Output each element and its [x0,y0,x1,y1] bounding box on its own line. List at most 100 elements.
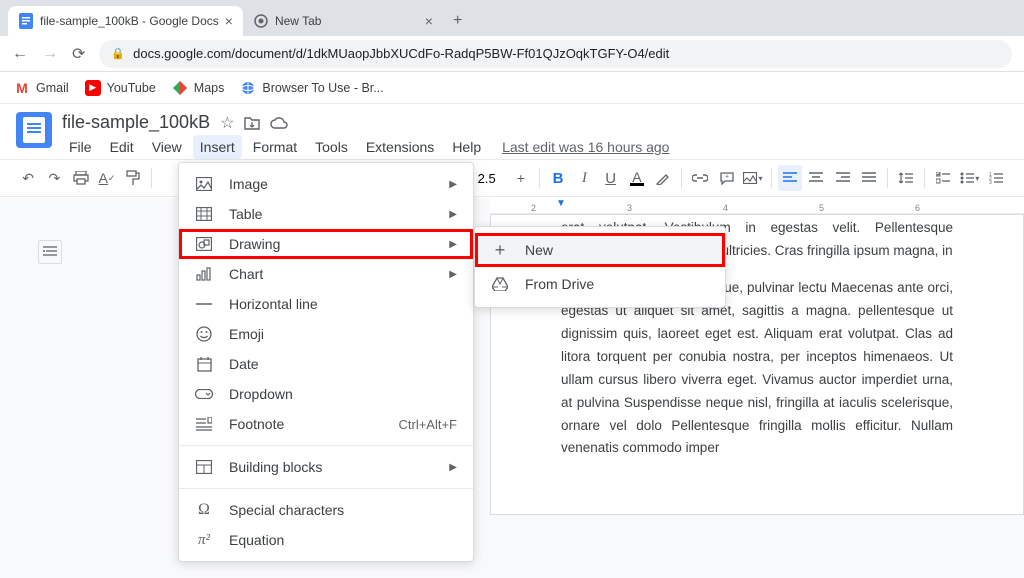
svg-text:3: 3 [989,180,992,184]
menu-tools[interactable]: Tools [308,135,355,159]
insert-date[interactable]: Date [179,349,473,379]
plus-icon: + [491,241,509,259]
footnote-icon [195,415,213,433]
browser-tab-strip: file-sample_100kB - Google Docs × New Ta… [0,0,1024,36]
checklist-button[interactable] [931,165,955,191]
undo-button[interactable]: ↶ [16,165,40,191]
insert-dropdown[interactable]: Dropdown [179,379,473,409]
underline-button[interactable]: U [599,165,623,191]
back-button[interactable]: ← [12,45,28,63]
insert-table[interactable]: Table ▶ [179,199,473,229]
new-tab-button[interactable]: + [443,6,472,36]
forward-button[interactable]: → [42,45,58,63]
menu-format[interactable]: Format [246,135,304,159]
separator [539,168,540,188]
menu-extensions[interactable]: Extensions [359,135,441,159]
line-spacing-button[interactable] [894,165,918,191]
highlight-button[interactable] [651,165,675,191]
insert-horizontal-line[interactable]: Horizontal line [179,289,473,319]
docs-logo[interactable] [16,112,52,148]
italic-button[interactable]: I [572,165,596,191]
insert-drawing[interactable]: Drawing ▶ [179,229,473,259]
menu-file[interactable]: File [62,135,99,159]
separator [681,168,682,188]
chevron-right-icon: ▶ [449,462,457,473]
bold-button[interactable]: B [546,165,570,191]
image-icon [195,175,213,193]
cloud-icon[interactable] [270,117,288,129]
menu-divider [179,445,473,446]
drawing-submenu: + New From Drive [474,226,726,308]
image-button[interactable]: ▾ [741,165,765,191]
align-right-button[interactable] [831,165,855,191]
separator [151,168,152,188]
bullet-list-button[interactable]: ▾ [958,165,982,191]
bookmark-youtube[interactable]: ▶YouTube [85,80,156,96]
print-button[interactable] [69,165,93,191]
menu-help[interactable]: Help [445,135,488,159]
omega-icon: Ω [195,501,213,519]
redo-button[interactable]: ↷ [42,165,66,191]
drawing-new[interactable]: + New [475,233,725,267]
docs-header: file-sample_100kB ☆ File Edit View Inser… [0,104,1024,159]
ruler[interactable]: ▼ 2 3 4 5 6 [490,198,1024,214]
text-color-button[interactable]: A [625,165,649,191]
url-text: docs.google.com/document/d/1dkMUaopJbbXU… [133,46,669,61]
menu-edit[interactable]: Edit [103,135,141,159]
close-icon[interactable]: × [425,13,433,29]
browser-tab[interactable]: file-sample_100kB - Google Docs × [8,6,243,36]
comment-button[interactable]: + [715,165,739,191]
chart-icon [195,265,213,283]
date-icon [195,355,213,373]
bookmarks-bar: MGmail ▶YouTube Maps Browser To Use - Br… [0,72,1024,104]
url-input[interactable]: 🔒 docs.google.com/document/d/1dkMUaopJbb… [99,40,1012,68]
dropdown-icon [195,385,213,403]
bookmark-gmail[interactable]: MGmail [14,80,69,96]
insert-equation[interactable]: π² Equation [179,525,473,555]
separator [771,168,772,188]
numbered-list-button[interactable]: 123 [984,165,1008,191]
tab-title: New Tab [275,14,321,28]
insert-footnote[interactable]: Footnote Ctrl+Alt+F [179,409,473,439]
reload-button[interactable]: ⟳ [72,44,85,64]
toolbar: ↶ ↷ A✓ − + B I U A + ▾ ▾ 123 [0,159,1024,197]
paint-format-button[interactable] [121,165,145,191]
last-edit-link[interactable]: Last edit was 16 hours ago [502,139,669,155]
drawing-icon [195,235,213,253]
align-justify-button[interactable] [857,165,881,191]
menu-insert[interactable]: Insert [193,135,242,159]
bookmark-maps[interactable]: Maps [172,80,225,96]
insert-special-characters[interactable]: Ω Special characters [179,495,473,525]
separator [887,168,888,188]
spellcheck-button[interactable]: A✓ [95,165,119,191]
chrome-favicon [253,13,269,29]
insert-chart[interactable]: Chart ▶ [179,259,473,289]
drive-icon [491,275,509,293]
align-center-button[interactable] [804,165,828,191]
move-icon[interactable] [244,116,260,130]
insert-building-blocks[interactable]: Building blocks ▶ [179,452,473,482]
tab-title: file-sample_100kB - Google Docs [40,14,219,28]
menu-divider [179,488,473,489]
docs-favicon [18,13,34,29]
blocks-icon [195,458,213,476]
close-icon[interactable]: × [225,13,233,29]
bookmark-browser[interactable]: Browser To Use - Br... [240,80,383,96]
browser-tab[interactable]: New Tab × [243,6,443,36]
lock-icon: 🔒 [111,47,125,60]
menu-view[interactable]: View [145,135,189,159]
font-size-increase[interactable]: + [509,165,533,191]
insert-emoji[interactable]: Emoji [179,319,473,349]
star-icon[interactable]: ☆ [220,113,234,133]
drawing-from-drive[interactable]: From Drive [475,267,725,301]
insert-menu-dropdown: Image ▶ Table ▶ Drawing ▶ Chart ▶ Horizo… [178,162,474,562]
doc-title[interactable]: file-sample_100kB [62,112,210,133]
svg-text:+: + [725,173,729,180]
align-left-button[interactable] [778,165,802,191]
insert-image[interactable]: Image ▶ [179,169,473,199]
ruler-indent-marker[interactable]: ▼ [556,198,566,209]
outline-button[interactable] [38,240,62,264]
emoji-icon [195,325,213,343]
chevron-right-icon: ▶ [449,209,457,220]
link-button[interactable] [688,165,712,191]
